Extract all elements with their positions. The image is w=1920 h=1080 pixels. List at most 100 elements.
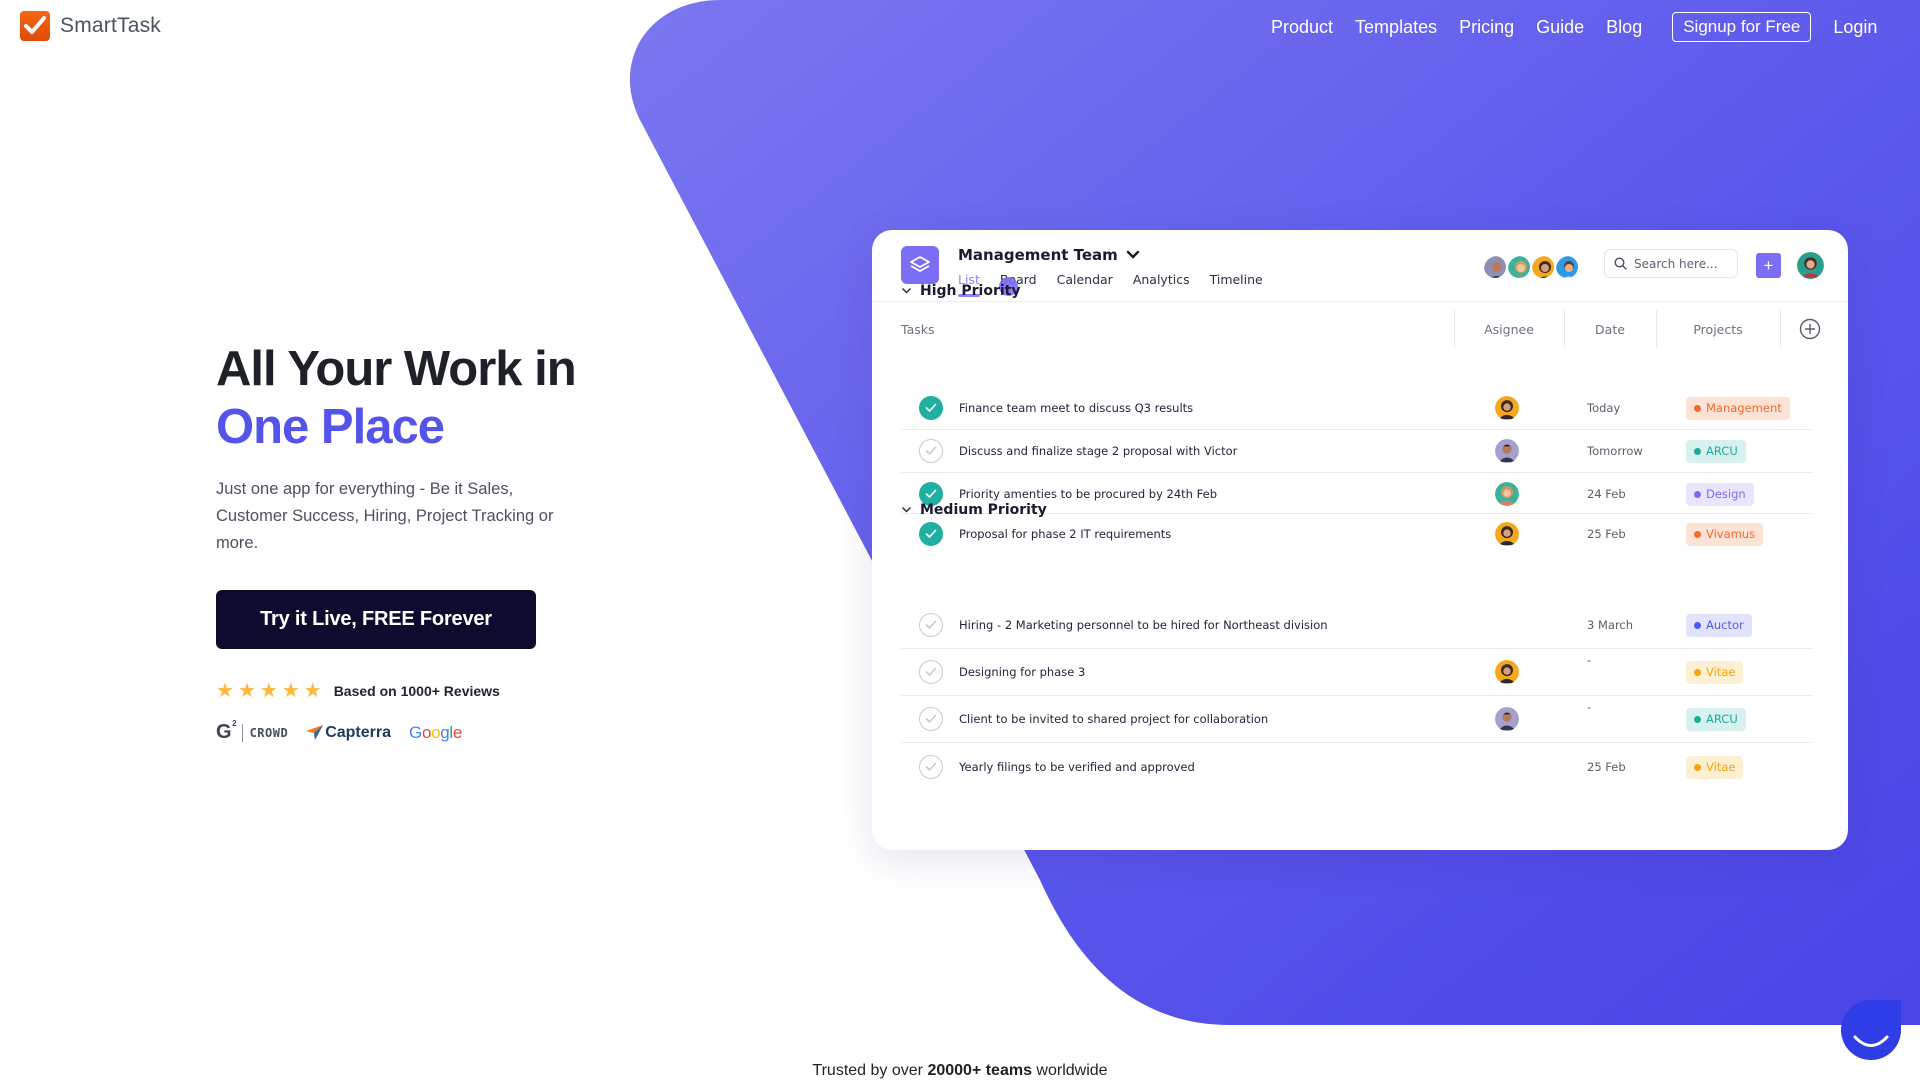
task-name: Finance team meet to discuss Q3 results — [959, 401, 1194, 415]
assignee-avatar[interactable] — [1495, 522, 1519, 546]
project-label: ARCU — [1706, 444, 1738, 458]
tab-timeline[interactable]: Timeline — [1210, 272, 1263, 297]
task-date: - — [1587, 653, 1592, 667]
nav-product[interactable]: Product — [1271, 17, 1333, 38]
brand-logo[interactable]: SmartTask — [20, 11, 161, 41]
project-label: Vivamus — [1706, 527, 1756, 541]
chevron-down-icon — [1126, 250, 1140, 259]
check-icon — [925, 620, 937, 629]
login-link[interactable]: Login — [1833, 17, 1877, 38]
star-icon: ★ — [237, 680, 256, 702]
project-badge[interactable]: ARCU — [1686, 707, 1746, 731]
project-dot-icon — [1694, 715, 1701, 723]
column-assignee[interactable]: Asignee — [1454, 303, 1564, 355]
project-dot-icon — [1694, 447, 1701, 455]
task-date: 25 Feb — [1587, 527, 1626, 541]
app-preview-card: Management Team List Board Calendar Anal… — [872, 230, 1848, 850]
chevron-down-icon — [901, 506, 912, 513]
chat-widget-button[interactable] — [1841, 1000, 1901, 1060]
task-date: Today — [1587, 401, 1621, 415]
group-header[interactable]: High Priority — [901, 283, 1020, 299]
task-date: 24 Feb — [1587, 487, 1626, 501]
task-name: Designing for phase 3 — [959, 665, 1086, 679]
hero-title-line2: One Place — [216, 400, 445, 454]
project-dot-icon — [1694, 668, 1701, 676]
task-row[interactable]: Proposal for phase 2 IT requirements 25 F… — [901, 514, 1813, 554]
task-name: Hiring - 2 Marketing personnel to be hir… — [959, 618, 1328, 632]
signup-button[interactable]: Signup for Free — [1672, 12, 1812, 42]
task-name: Discuss and finalize stage 2 proposal wi… — [959, 444, 1238, 458]
tab-analytics[interactable]: Analytics — [1133, 272, 1190, 297]
project-dot-icon — [1694, 404, 1701, 412]
try-live-button[interactable]: Try it Live, FREE Forever — [216, 590, 536, 649]
task-row[interactable]: Discuss and finalize stage 2 proposal wi… — [901, 430, 1813, 473]
add-button[interactable]: + — [1756, 253, 1781, 278]
avatar — [1554, 254, 1580, 280]
star-icon: ★ — [259, 680, 278, 702]
column-projects[interactable]: Projects — [1656, 303, 1780, 355]
task-name: Client to be invited to shared project f… — [959, 712, 1269, 726]
check-icon — [925, 714, 937, 723]
task-checkbox[interactable] — [919, 613, 943, 637]
task-row[interactable]: Designing for phase 3 - Vitae — [901, 649, 1813, 696]
user-avatar[interactable] — [1797, 252, 1824, 279]
hero-description: Just one app for everything - Be it Sale… — [216, 480, 554, 552]
task-row[interactable]: Client to be invited to shared project f… — [901, 696, 1813, 743]
project-badge[interactable]: Vitae — [1686, 660, 1744, 684]
task-row[interactable]: Finance team meet to discuss Q3 results T… — [901, 387, 1813, 430]
capterra-arrow-icon — [306, 725, 324, 740]
rating: ★ ★ ★ ★ ★ Based on 1000+ Reviews — [216, 681, 500, 701]
assignee-avatar[interactable] — [1495, 439, 1519, 463]
project-badge[interactable]: Design — [1686, 482, 1754, 506]
nav-blog[interactable]: Blog — [1606, 17, 1642, 38]
project-badge[interactable]: Management — [1686, 396, 1790, 420]
assignee-avatar[interactable] — [1495, 482, 1519, 506]
nav-pricing[interactable]: Pricing — [1459, 17, 1514, 38]
check-icon — [925, 489, 937, 498]
check-icon — [925, 446, 937, 455]
avatar — [1506, 254, 1532, 280]
task-row[interactable]: Yearly filings to be verified and approv… — [901, 747, 1813, 787]
chevron-down-icon — [901, 287, 912, 294]
team-avatars[interactable] — [1482, 254, 1580, 280]
g2-crowd-logo: G2 CROWD — [216, 719, 289, 743]
project-dot-icon — [1694, 763, 1701, 771]
nav-guide[interactable]: Guide — [1536, 17, 1584, 38]
nav-templates[interactable]: Templates — [1355, 17, 1437, 38]
project-badge[interactable]: Vivamus — [1686, 522, 1764, 546]
check-icon — [925, 762, 937, 771]
assignee-avatar[interactable] — [1495, 707, 1519, 731]
check-icon — [925, 667, 937, 676]
search-input[interactable] — [1634, 256, 1724, 271]
assignee-avatar[interactable] — [1495, 660, 1519, 684]
project-badge[interactable]: Vitae — [1686, 755, 1744, 779]
chat-smile-icon — [1853, 1035, 1889, 1047]
column-tasks: Tasks — [901, 321, 935, 337]
task-checkbox[interactable] — [919, 707, 943, 731]
main-nav: Product Templates Pricing Guide Blog Sig… — [1271, 12, 1899, 42]
task-date: - — [1587, 700, 1592, 714]
search-box[interactable] — [1604, 249, 1738, 278]
task-row[interactable]: Hiring - 2 Marketing personnel to be hir… — [901, 602, 1813, 649]
task-checkbox[interactable] — [919, 439, 943, 463]
check-icon — [925, 529, 937, 538]
project-label: Vitae — [1706, 665, 1736, 679]
task-checkbox-checked[interactable] — [919, 522, 943, 546]
add-column-button[interactable] — [1780, 303, 1840, 355]
brand-name: SmartTask — [60, 14, 161, 37]
project-label: Management — [1706, 401, 1782, 415]
star-icon: ★ — [303, 680, 322, 702]
hero-title: All Your Work in One Place — [216, 340, 577, 456]
task-checkbox[interactable] — [919, 660, 943, 684]
tab-calendar[interactable]: Calendar — [1057, 272, 1113, 297]
project-title-dropdown[interactable]: Management Team — [958, 246, 1140, 264]
task-checkbox-checked[interactable] — [919, 396, 943, 420]
task-checkbox[interactable] — [919, 755, 943, 779]
column-date[interactable]: Date — [1564, 303, 1656, 355]
avatar — [1482, 254, 1508, 280]
group-header[interactable]: Medium Priority — [901, 502, 1047, 518]
assignee-avatar[interactable] — [1495, 396, 1519, 420]
group-title: Medium Priority — [920, 502, 1047, 518]
project-badge[interactable]: ARCU — [1686, 439, 1746, 463]
project-badge[interactable]: Auctor — [1686, 613, 1752, 637]
